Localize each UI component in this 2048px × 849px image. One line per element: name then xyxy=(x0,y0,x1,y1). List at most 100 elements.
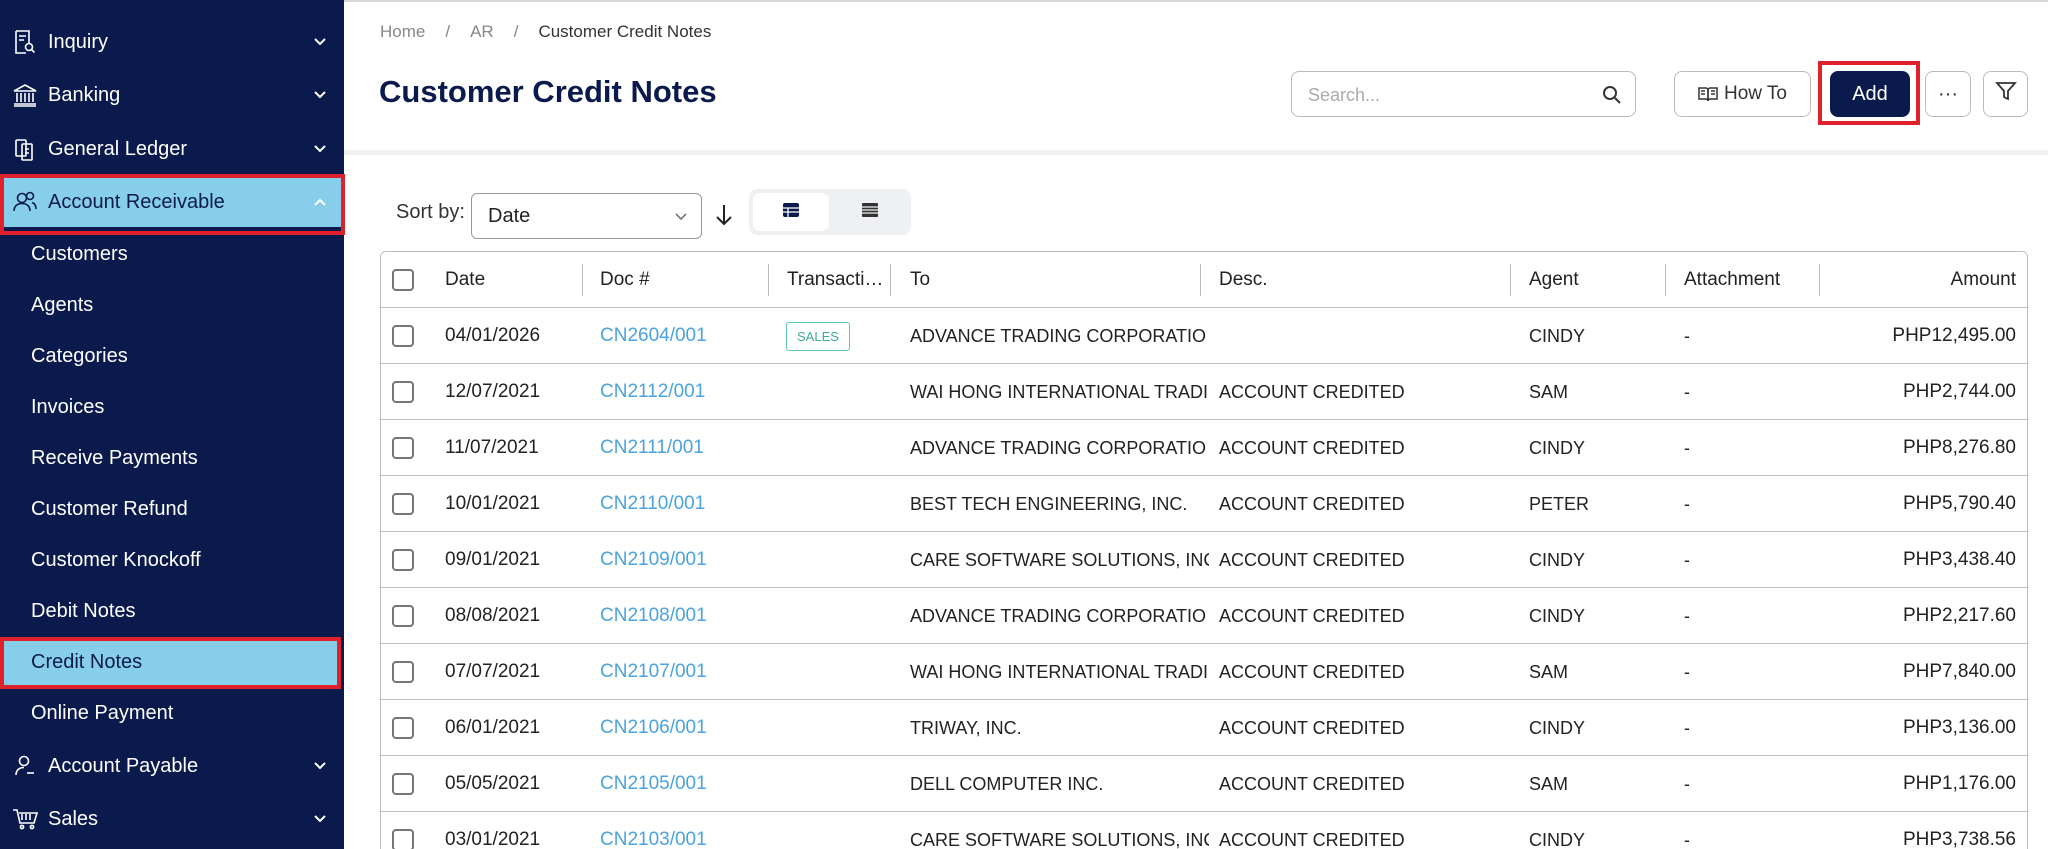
sidebar-item-inquiry[interactable]: Inquiry xyxy=(0,17,344,67)
select-all-checkbox[interactable] xyxy=(392,269,414,291)
sidebar-subitem-customer-knockoff[interactable]: Customer Knockoff xyxy=(0,537,344,583)
cell-doc-link[interactable]: CN2604/001 xyxy=(600,308,770,364)
row-checkbox[interactable] xyxy=(392,717,414,739)
cell-transaction: SALES xyxy=(786,308,901,364)
cell-agent: PETER xyxy=(1529,493,1590,514)
more-options-button[interactable]: ··· xyxy=(1925,71,1971,117)
sidebar-item-label: Account Payable xyxy=(48,754,199,777)
cell-doc-link[interactable]: CN2103/001 xyxy=(600,812,770,849)
cell-to: WAI HONG INTERNATIONAL TRADII xyxy=(910,381,1209,402)
how-to-button[interactable]: How To xyxy=(1674,71,1811,117)
cell-agent: SAM xyxy=(1529,381,1569,402)
chevron-up-icon[interactable] xyxy=(310,192,330,212)
ledger-icon xyxy=(12,136,38,162)
view-toggle xyxy=(749,189,911,235)
cell-doc-link[interactable]: CN2110/001 xyxy=(600,476,770,532)
row-checkbox[interactable] xyxy=(392,661,414,683)
table-view-button[interactable] xyxy=(753,193,829,231)
column-header-to[interactable]: To xyxy=(910,252,1209,308)
sidebar-subitem-customers[interactable]: Customers xyxy=(0,231,344,277)
table-row[interactable]: 09/01/2021 CN2109/001 CARE SOFTWARE SOLU… xyxy=(381,532,2027,588)
sidebar-subitem-invoices[interactable]: Invoices xyxy=(0,384,344,430)
filter-button[interactable] xyxy=(1983,71,2028,117)
breadcrumb-separator: / xyxy=(445,22,451,41)
chevron-down-icon[interactable] xyxy=(310,809,330,829)
column-header-date[interactable]: Date xyxy=(445,252,585,308)
credit-notes-table: Date Doc # Transacti… To Desc. Agent Att… xyxy=(380,251,2028,849)
row-checkbox[interactable] xyxy=(392,381,414,403)
column-divider[interactable] xyxy=(1665,264,1666,296)
sidebar-item-label: Account Receivable xyxy=(48,190,225,213)
search-input[interactable] xyxy=(1308,82,1588,108)
sidebar-item-sales[interactable]: Sales xyxy=(0,794,344,844)
cell-amount: PHP8,276.80 xyxy=(1902,437,2016,458)
table-row[interactable]: 10/01/2021 CN2110/001 BEST TECH ENGINEER… xyxy=(381,476,2027,532)
how-to-label: How To xyxy=(1723,83,1787,104)
cell-attachment: - xyxy=(1684,773,1690,794)
row-checkbox[interactable] xyxy=(392,493,414,515)
column-divider[interactable] xyxy=(1200,264,1201,296)
sidebar-item-general-ledger[interactable]: General Ledger xyxy=(0,124,344,174)
sort-select[interactable]: Date xyxy=(471,193,702,239)
cell-doc-link[interactable]: CN2106/001 xyxy=(600,700,770,756)
sidebar-subitem-customer-refund[interactable]: Customer Refund xyxy=(0,486,344,532)
cell-doc-link[interactable]: CN2111/001 xyxy=(600,420,770,476)
column-header-amount[interactable]: Amount xyxy=(1821,252,2016,308)
cell-doc-link[interactable]: CN2105/001 xyxy=(600,756,770,812)
cell-attachment: - xyxy=(1684,381,1690,402)
breadcrumb-ar[interactable]: AR xyxy=(470,22,494,42)
column-divider[interactable] xyxy=(890,264,891,296)
table-row[interactable]: 03/01/2021 CN2103/001 CARE SOFTWARE SOLU… xyxy=(381,812,2027,849)
row-checkbox[interactable] xyxy=(392,605,414,627)
sidebar-subitem-categories[interactable]: Categories xyxy=(0,333,344,379)
row-checkbox[interactable] xyxy=(392,549,414,571)
table-row[interactable]: 12/07/2021 CN2112/001 WAI HONG INTERNATI… xyxy=(381,364,2027,420)
sidebar-subitem-receive-payments[interactable]: Receive Payments xyxy=(0,435,344,481)
sidebar-subitem-agents[interactable]: Agents xyxy=(0,282,344,328)
sidebar-item-banking[interactable]: Banking xyxy=(0,70,344,120)
cell-amount: PHP12,495.00 xyxy=(1892,325,2016,346)
cell-doc-link[interactable]: CN2112/001 xyxy=(600,364,770,420)
column-header-transaction[interactable]: Transacti… xyxy=(787,252,900,308)
column-header-attachment[interactable]: Attachment xyxy=(1684,252,1824,308)
row-checkbox[interactable] xyxy=(392,437,414,459)
table-row[interactable]: 08/08/2021 CN2108/001 ADVANCE TRADING CO… xyxy=(381,588,2027,644)
sidebar-subitem-label: Customer Knockoff xyxy=(31,548,201,571)
sidebar-item-account-payable[interactable]: Account Payable xyxy=(0,741,344,791)
cell-doc-link[interactable]: CN2109/001 xyxy=(600,532,770,588)
column-header-agent[interactable]: Agent xyxy=(1529,252,1669,308)
chevron-down-icon[interactable] xyxy=(310,756,330,776)
table-row[interactable]: 05/05/2021 CN2105/001 DELL COMPUTER INC.… xyxy=(381,756,2027,812)
breadcrumb-home[interactable]: Home xyxy=(380,22,425,42)
chevron-down-icon[interactable] xyxy=(310,32,330,52)
cell-doc-link[interactable]: CN2107/001 xyxy=(600,644,770,700)
cell-agent: CINDY xyxy=(1529,829,1586,849)
list-view-button[interactable] xyxy=(832,193,908,231)
sidebar-subitem-debit-notes[interactable]: Debit Notes xyxy=(0,588,344,634)
add-button[interactable]: Add xyxy=(1830,71,1910,117)
chevron-down-icon[interactable] xyxy=(310,139,330,159)
sort-direction-button[interactable] xyxy=(712,202,736,228)
sidebar-item-account-receivable[interactable]: Account Receivable xyxy=(0,177,344,227)
column-divider[interactable] xyxy=(768,264,769,296)
sidebar-subitem-credit-notes[interactable]: Credit Notes xyxy=(4,639,337,685)
column-divider[interactable] xyxy=(1510,264,1511,296)
search-icon[interactable] xyxy=(1601,84,1623,106)
table-row[interactable]: 04/01/2026 CN2604/001 SALES ADVANCE TRAD… xyxy=(381,308,2027,364)
column-header-desc[interactable]: Desc. xyxy=(1219,252,1519,308)
column-divider[interactable] xyxy=(582,264,583,296)
row-checkbox[interactable] xyxy=(392,829,414,849)
row-checkbox[interactable] xyxy=(392,325,414,347)
table-row[interactable]: 07/07/2021 CN2107/001 WAI HONG INTERNATI… xyxy=(381,644,2027,700)
cell-agent: CINDY xyxy=(1529,717,1586,738)
sidebar-subitem-online-payment[interactable]: Online Payment xyxy=(0,690,344,736)
chevron-down-icon[interactable] xyxy=(310,85,330,105)
cell-doc-link[interactable]: CN2108/001 xyxy=(600,588,770,644)
column-header-doc[interactable]: Doc # xyxy=(600,252,770,308)
table-row[interactable]: 11/07/2021 CN2111/001 ADVANCE TRADING CO… xyxy=(381,420,2027,476)
cell-to: WAI HONG INTERNATIONAL TRADII xyxy=(910,661,1209,682)
sidebar-subitem-label: Debit Notes xyxy=(31,599,136,622)
column-divider[interactable] xyxy=(1819,264,1820,296)
row-checkbox[interactable] xyxy=(392,773,414,795)
table-row[interactable]: 06/01/2021 CN2106/001 TRIWAY, INC. ACCOU… xyxy=(381,700,2027,756)
